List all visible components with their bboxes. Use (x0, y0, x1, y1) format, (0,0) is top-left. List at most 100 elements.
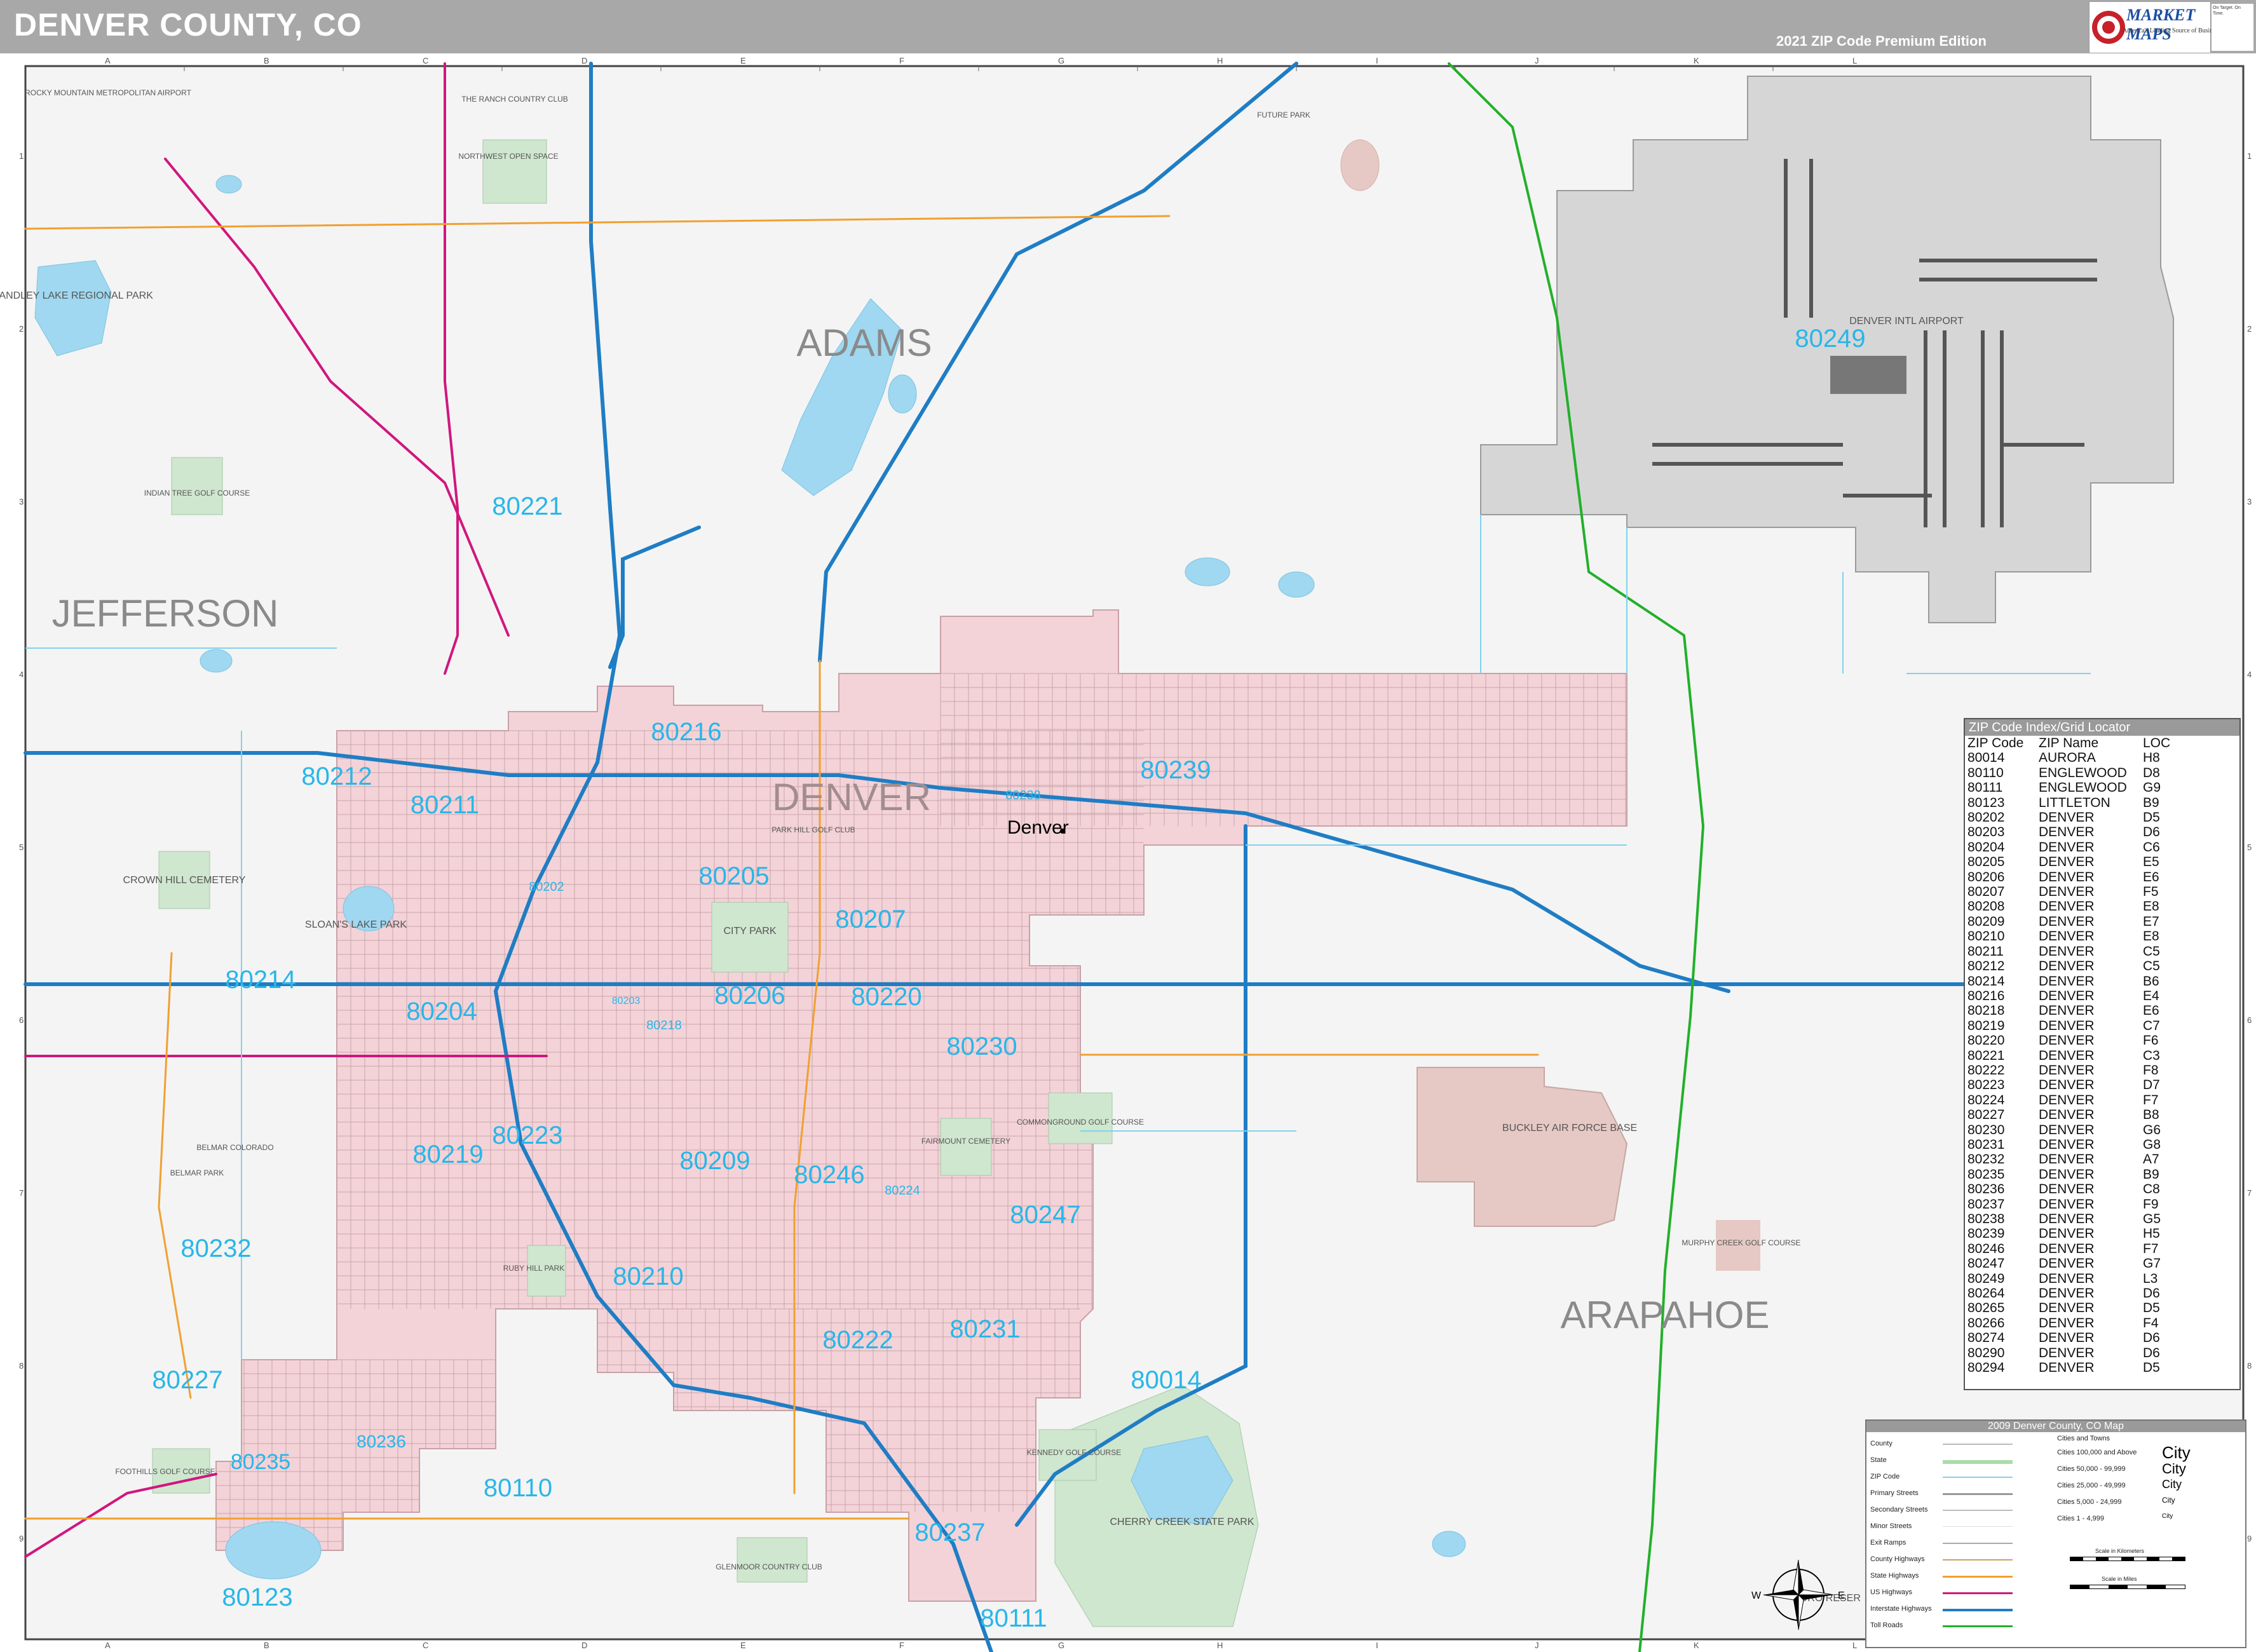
zip-code-cell: 80221 (1967, 1048, 2005, 1063)
zip-index-row: 80123 LITTLETON B9 (1967, 796, 2175, 810)
zip-code-cell: 80123 (1967, 795, 2005, 810)
zip-index-row: 80219 DENVER C7 (1967, 1019, 2175, 1033)
legend-item-label: County (1870, 1440, 1892, 1447)
grid-row-label: 4 (2247, 670, 2252, 679)
county-label-jefferson: JEFFERSON (52, 592, 279, 635)
zip-label: 80224 (885, 1184, 920, 1198)
zip-label: 80221 (492, 492, 562, 520)
grid-row-label: 4 (19, 670, 24, 679)
zip-name-cell: DENVER (2039, 959, 2095, 974)
zip-index-row: 80207 DENVER F5 (1967, 884, 2175, 899)
zip-code-cell: 80264 (1967, 1286, 2005, 1301)
zip-loc-cell: B9 (2143, 1167, 2159, 1182)
park-glenmoor (737, 1537, 808, 1583)
zip-index-row: 80204 DENVER C6 (1967, 840, 2175, 855)
zip-index-header-row: ZIP Code ZIP Name LOC (1967, 736, 2175, 750)
legend-item-label: Primary Streets (1870, 1489, 1919, 1497)
park-fairmount (940, 1118, 992, 1176)
legend-item-swatch (1943, 1510, 2013, 1511)
place-rocky-mtn: ROCKY MOUNTAIN METROPOLITAN AIRPORT (25, 88, 191, 97)
pond-5 (200, 649, 233, 673)
place-cherry-creek: CHERRY CREEK STATE PARK (1110, 1517, 1254, 1527)
legend-scale-bar (2070, 1557, 2185, 1561)
zip-label: 80246 (794, 1161, 864, 1189)
zip-code-cell: 80294 (1967, 1360, 2005, 1376)
legend-title: 2009 Denver County, CO Map (1866, 1421, 2245, 1432)
legend-item-label: Interstate Highways (1870, 1605, 1932, 1613)
zip-code-cell: 80224 (1967, 1092, 2005, 1107)
zip-name-cell: DENVER (2039, 1241, 2095, 1256)
zip-code-cell: 80222 (1967, 1062, 2005, 1078)
zip-name-cell: DENVER (2039, 855, 2095, 870)
place-fairmount: FAIRMOUNT CEMETERY (921, 1137, 1010, 1146)
place-belmar: BELMAR PARK (170, 1168, 224, 1177)
zip-name-cell: DENVER (2039, 1107, 2095, 1123)
zip-label: 80204 (406, 998, 477, 1026)
legend-scale-km: Scale in Kilometers (2095, 1548, 2145, 1554)
zip-code-cell: 80236 (1967, 1182, 2005, 1197)
zip-label: 80206 (714, 982, 785, 1010)
legend-item-swatch (1943, 1576, 2013, 1578)
zip-name-cell: DENVER (2039, 899, 2095, 914)
legend-city-sample: City (2162, 1496, 2175, 1505)
legend-scale-mi: Scale in Miles (2102, 1576, 2137, 1582)
grid-row-label: 9 (19, 1534, 24, 1543)
zip-index-row: 80210 DENVER E8 (1967, 929, 2175, 944)
grid-column-label: F (899, 56, 904, 65)
zip-loc-cell: D6 (2143, 1345, 2160, 1360)
place-future-park: FUTURE PARK (1257, 111, 1310, 119)
grid-column-label: J (1535, 1641, 1539, 1650)
zip-index-row: 80290 DENVER D6 (1967, 1346, 2175, 1360)
zip-index-row: 80232 DENVER A7 (1967, 1152, 2175, 1167)
map-canvas[interactable]: A A B B C C D D E E F F G G H H I I J J K K L L 1 1 2 2 3 3 4 4 5 5 6 6 7 7 8… (0, 55, 2256, 1652)
place-northwest-open: NORTHWEST OPEN SPACE (458, 152, 558, 161)
zip-code-cell: 80202 (1967, 810, 2005, 825)
zip-code-cell: 80230 (1967, 1122, 2005, 1137)
zip-name-col-header: ZIP Name (2039, 736, 2099, 750)
zip-label: 80231 (949, 1315, 1020, 1343)
zip-loc-cell: H5 (2143, 1226, 2160, 1242)
zip-label: 80227 (152, 1366, 222, 1394)
zip-name-cell: AURORA (2039, 750, 2096, 766)
zip-loc-cell: G9 (2143, 780, 2161, 796)
legend-cities-title: Cities and Towns (2057, 1435, 2110, 1442)
zip-name-cell: DENVER (2039, 839, 2095, 855)
zip-loc-cell: G5 (2143, 1212, 2161, 1226)
zip-code-cell: 80231 (1967, 1137, 2005, 1152)
zip-loc-cell: G8 (2143, 1137, 2161, 1152)
grid-column-label: H (1217, 1641, 1223, 1650)
zip-label: 80249 (1795, 325, 1865, 353)
zip-code-cell: 80274 (1967, 1330, 2005, 1346)
zip-name-cell: DENVER (2039, 1152, 2095, 1167)
zip-index-row: 80110 ENGLEWOOD D8 (1967, 766, 2175, 780)
zip-code-cell: 80110 (1967, 765, 2004, 780)
zip-code-cell: 80210 (1967, 929, 2005, 944)
brand-contact: On Target. On Time. (2212, 4, 2253, 51)
zip-loc-cell: D6 (2143, 1286, 2160, 1301)
zip-index-row: 80111 ENGLEWOOD G9 (1967, 780, 2175, 795)
zip-label: 80203 (612, 996, 641, 1006)
zip-name-cell: ENGLEWOOD (2039, 780, 2127, 796)
grid-row-label: 9 (2247, 1534, 2252, 1543)
legend-city-class: Cities 1 - 4,999 (2057, 1515, 2104, 1522)
zip-name-cell: DENVER (2039, 1212, 2095, 1226)
zip-index-row: 80208 DENVER E8 (1967, 899, 2175, 914)
grid-row-label: 3 (19, 497, 24, 506)
place-foothills: FOOTHILLS GOLF COURSE (115, 1467, 215, 1476)
zip-name-cell: DENVER (2039, 1182, 2095, 1197)
legend-scale-bar (2070, 1585, 2185, 1589)
zip-index-row: 80214 DENVER B6 (1967, 974, 2175, 989)
zip-index-title: ZIP Code Index/Grid Locator (1965, 719, 2239, 736)
legend-city-sample: City (2162, 1512, 2173, 1520)
zip-index-row: 80236 DENVER C8 (1967, 1182, 2175, 1196)
zip-loc-cell: A7 (2143, 1152, 2159, 1167)
zip-name-cell: DENVER (2039, 1345, 2095, 1360)
zip-name-cell: DENVER (2039, 1315, 2095, 1330)
grid-column-label: E (740, 1641, 746, 1650)
zip-index-panel: ZIP Code Index/Grid Locator ZIP Code ZIP… (1964, 718, 2241, 1390)
legend-item-swatch (1943, 1592, 2013, 1594)
zip-loc-cell: E6 (2143, 1003, 2159, 1019)
zip-name-cell: DENVER (2039, 1062, 2095, 1078)
zip-loc-cell: C7 (2143, 1018, 2160, 1033)
zip-index-row: 80222 DENVER F8 (1967, 1063, 2175, 1078)
